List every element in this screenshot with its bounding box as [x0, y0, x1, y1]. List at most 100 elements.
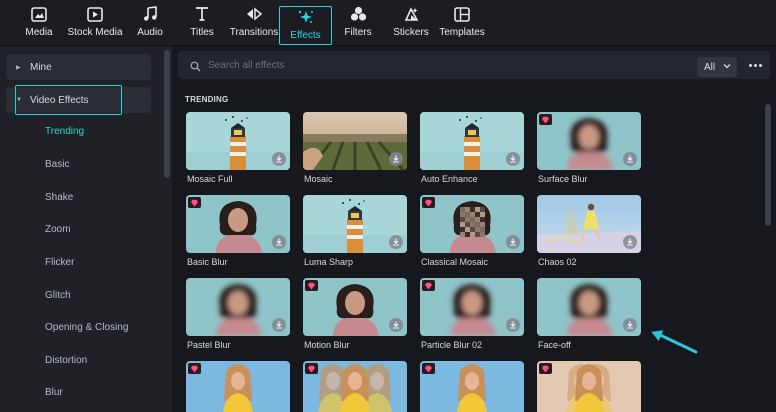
download-icon[interactable] — [389, 152, 403, 166]
dot-icon — [748, 63, 752, 67]
sparkle-effects-icon — [297, 7, 315, 27]
sidebar-sub-shake[interactable]: Shake — [45, 192, 73, 203]
download-icon[interactable] — [623, 152, 637, 166]
sidebar-scrollbar[interactable] — [164, 50, 170, 178]
effect-thumbnail — [537, 361, 641, 412]
download-icon[interactable] — [506, 318, 520, 332]
tab-filters-label: Filters — [344, 27, 372, 38]
effect-card-label: Basic Blur — [187, 257, 228, 267]
sidebar-sub-opening-closing[interactable]: Opening & Closing — [45, 322, 128, 333]
effect-card[interactable]: Mosaic — [303, 112, 407, 184]
tab-transitions[interactable]: Transitions — [230, 4, 278, 44]
effect-thumbnail — [537, 278, 641, 336]
tab-titles[interactable]: Titles — [186, 4, 218, 44]
premium-gem-icon — [422, 363, 435, 374]
media-icon — [31, 4, 47, 24]
tab-effects[interactable]: Effects — [279, 6, 332, 45]
tab-filters[interactable]: Filters — [340, 4, 376, 44]
category-sidebar: ▶ Mine ▼ Video Effects Trending Basic Sh… — [0, 46, 172, 412]
section-title: TRENDING — [185, 95, 229, 104]
effect-card-label: Pastel Blur — [187, 340, 231, 350]
stock-media-icon — [87, 4, 103, 24]
effect-thumbnail — [537, 112, 641, 170]
top-toolbar: Media Stock Media Audio Titles Transitio… — [0, 0, 776, 46]
effect-card[interactable]: Face-off — [537, 278, 641, 350]
templates-icon — [454, 4, 470, 24]
download-icon[interactable] — [389, 235, 403, 249]
tab-audio-label: Audio — [137, 27, 163, 38]
sidebar-sub-blur[interactable]: Blur — [45, 387, 63, 398]
effect-card[interactable]: Chaos 02 — [537, 195, 641, 267]
sidebar-sub-trending[interactable]: Trending — [45, 126, 84, 137]
effect-card[interactable]: Surface Blur — [537, 112, 641, 184]
music-note-icon — [142, 4, 158, 24]
download-icon[interactable] — [389, 318, 403, 332]
download-icon[interactable] — [272, 318, 286, 332]
effect-card[interactable]: Classical Mosaic — [420, 195, 524, 267]
effect-card-label: Particle Blur 02 — [421, 340, 483, 350]
tab-audio[interactable]: Audio — [132, 4, 168, 44]
effect-thumbnail — [303, 195, 407, 253]
effect-card[interactable]: Particle Blur 02 — [420, 278, 524, 350]
effect-card-label: Chaos 02 — [538, 257, 577, 267]
grid-scrollbar[interactable] — [765, 104, 771, 226]
sidebar-item-video-effects-label: Video Effects — [30, 94, 89, 106]
premium-gem-icon — [188, 363, 201, 374]
effect-card[interactable]: Luma Sharp — [303, 195, 407, 267]
effect-thumbnail — [303, 278, 407, 336]
tab-titles-label: Titles — [190, 27, 214, 38]
sidebar-sub-distortion[interactable]: Distortion — [45, 355, 87, 366]
tab-stickers[interactable]: Stickers — [392, 4, 430, 44]
caret-down-icon: ▼ — [16, 97, 22, 103]
effect-card[interactable]: Motion Blur — [303, 278, 407, 350]
search-input[interactable] — [208, 56, 608, 74]
premium-gem-icon — [188, 197, 201, 208]
effect-card-label: Face-off — [538, 340, 571, 350]
effect-card[interactable]: Basic Blur — [186, 195, 290, 267]
sidebar-sub-glitch[interactable]: Glitch — [45, 290, 71, 301]
effect-thumbnail — [186, 112, 290, 170]
premium-gem-icon — [539, 363, 552, 374]
download-icon[interactable] — [506, 235, 520, 249]
sidebar-item-mine[interactable]: ▶ Mine — [6, 54, 151, 80]
download-icon[interactable] — [272, 152, 286, 166]
tab-media[interactable]: Media — [18, 4, 60, 44]
effect-thumbnail — [420, 112, 524, 170]
filters-icon — [350, 4, 367, 24]
effect-card[interactable] — [420, 361, 524, 412]
caret-right-icon: ▶ — [16, 64, 21, 71]
effect-card[interactable] — [303, 361, 407, 412]
premium-gem-icon — [305, 363, 318, 374]
effect-card-label: Surface Blur — [538, 174, 588, 184]
download-icon[interactable] — [623, 318, 637, 332]
effect-thumbnail — [303, 112, 407, 170]
effect-card-label: Auto Enhance — [421, 174, 478, 184]
sidebar-sub-flicker[interactable]: Flicker — [45, 257, 74, 268]
tab-templates-label: Templates — [439, 27, 485, 38]
effect-card[interactable]: Mosaic Full — [186, 112, 290, 184]
sidebar-item-video-effects[interactable]: ▼ Video Effects — [6, 87, 151, 113]
tab-stock-media-label: Stock Media — [67, 27, 123, 38]
effect-card[interactable] — [186, 361, 290, 412]
stickers-icon — [403, 4, 420, 24]
tab-templates[interactable]: Templates — [439, 4, 485, 44]
effect-card[interactable]: Pastel Blur — [186, 278, 290, 350]
sidebar-item-mine-label: Mine — [30, 61, 52, 73]
more-options-button[interactable] — [744, 56, 766, 74]
download-icon[interactable] — [623, 235, 637, 249]
effect-thumbnail — [420, 361, 524, 412]
filter-dropdown[interactable]: All — [697, 57, 737, 77]
tab-effects-label: Effects — [290, 30, 321, 41]
effect-card-label: Mosaic Full — [187, 174, 233, 184]
tab-transitions-label: Transitions — [229, 27, 279, 38]
download-icon[interactable] — [506, 152, 520, 166]
effect-card-label: Classical Mosaic — [421, 257, 489, 267]
effect-card[interactable] — [537, 361, 641, 412]
sidebar-sub-basic[interactable]: Basic — [45, 159, 69, 170]
tab-stock-media[interactable]: Stock Media — [66, 4, 124, 44]
effect-card[interactable]: Auto Enhance — [420, 112, 524, 184]
effect-thumbnail — [303, 361, 407, 412]
sidebar-sub-zoom[interactable]: Zoom — [45, 224, 71, 235]
download-icon[interactable] — [272, 235, 286, 249]
effect-card-label: Motion Blur — [304, 340, 350, 350]
